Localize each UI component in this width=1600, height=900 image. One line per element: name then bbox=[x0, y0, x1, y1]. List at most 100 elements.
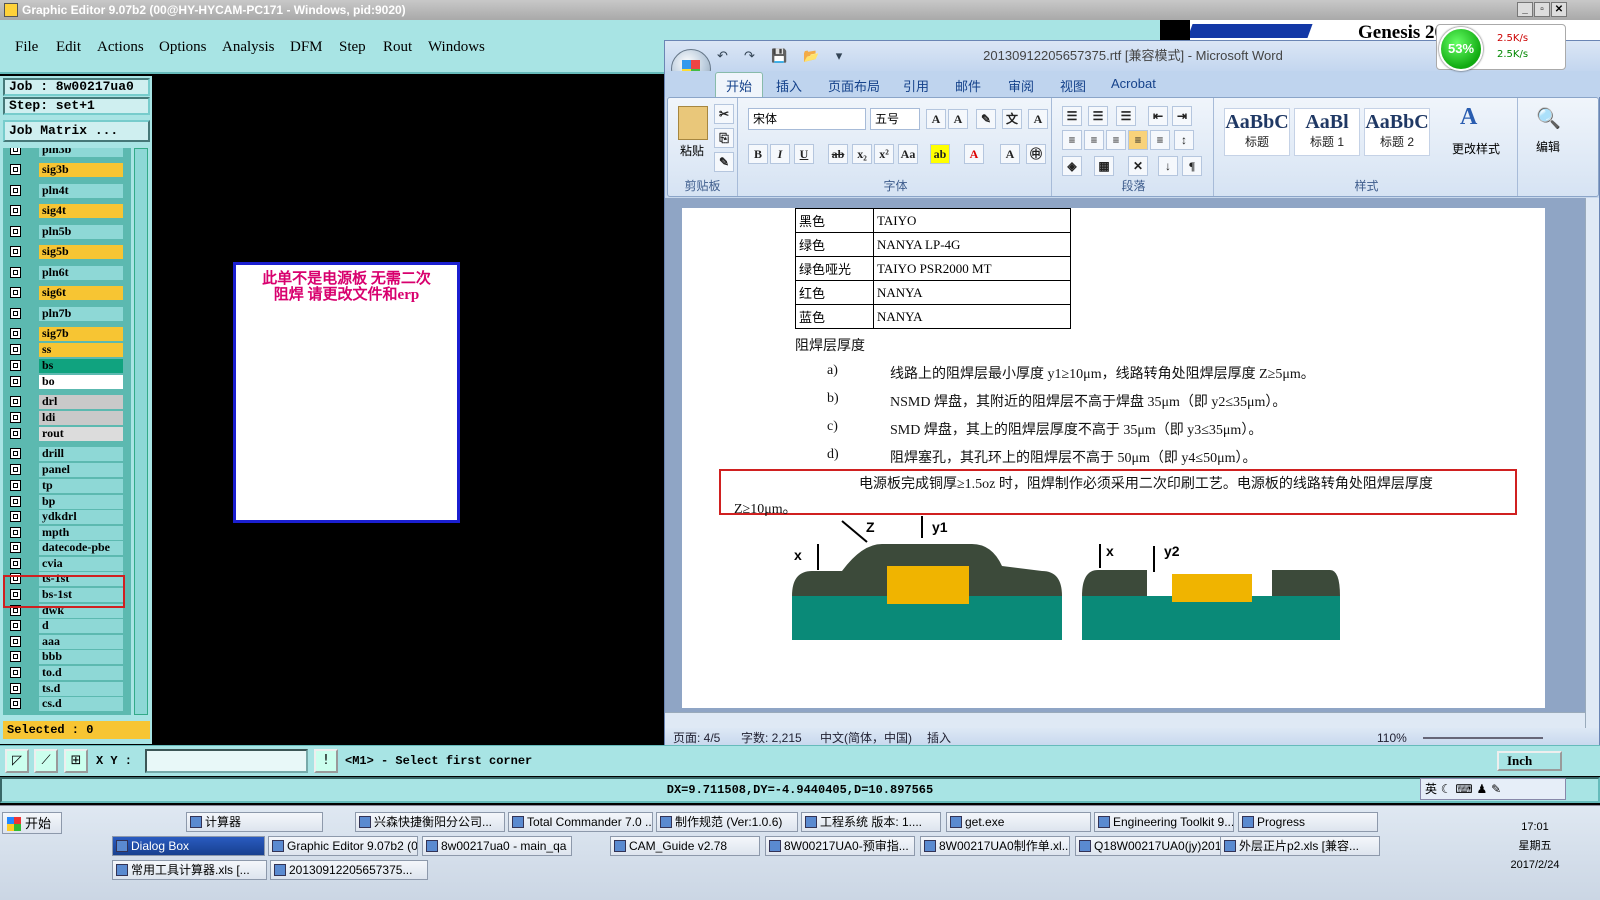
zoom-area-icon[interactable]: ◸ bbox=[5, 749, 29, 773]
layer-row-bo[interactable]: bo bbox=[3, 374, 131, 390]
layer-row-bbb[interactable]: bbb bbox=[3, 649, 131, 665]
paste-label[interactable]: 粘贴 bbox=[680, 142, 704, 159]
layer-row-sig4t[interactable]: sig4t bbox=[3, 203, 131, 219]
style-heading-2[interactable]: AaBbC 标题 2 bbox=[1364, 108, 1430, 156]
layer-checkbox[interactable] bbox=[10, 667, 21, 678]
snap-grid-icon[interactable]: ⊞ bbox=[64, 749, 88, 773]
numbering-icon[interactable]: ☰ bbox=[1088, 106, 1108, 126]
menu-edit[interactable]: Edit bbox=[56, 39, 81, 56]
layer-checkbox[interactable] bbox=[10, 542, 21, 553]
layer-name[interactable]: datecode-pbe bbox=[39, 541, 123, 555]
multilevel-list-icon[interactable]: ☰ bbox=[1116, 106, 1136, 126]
tab-acrobat[interactable]: Acrobat bbox=[1111, 76, 1156, 91]
font-size-select[interactable]: 五号 bbox=[870, 108, 920, 130]
layer-checkbox[interactable] bbox=[10, 376, 21, 387]
underline-icon[interactable]: U bbox=[794, 144, 814, 164]
layer-list-scrollbar[interactable] bbox=[134, 148, 148, 715]
layer-name[interactable]: bs bbox=[39, 359, 123, 373]
layer-checkbox[interactable] bbox=[10, 267, 21, 278]
layer-row-pln3b[interactable]: pln3b bbox=[3, 148, 131, 158]
font-color-icon[interactable]: A bbox=[964, 144, 984, 164]
find-icon[interactable]: 🔍 bbox=[1536, 106, 1561, 130]
taskbar-button[interactable]: 8W00217UA0-预审指... bbox=[765, 836, 915, 856]
layer-name[interactable]: drl bbox=[39, 395, 123, 409]
sort-icon[interactable]: ↓ bbox=[1158, 156, 1178, 176]
layer-checkbox[interactable] bbox=[10, 246, 21, 257]
layer-row-sig3b[interactable]: sig3b bbox=[3, 162, 131, 178]
layer-name[interactable]: ydkdrl bbox=[39, 510, 123, 524]
copy-icon[interactable]: ⎘ bbox=[714, 128, 734, 148]
layer-row-panel[interactable]: panel bbox=[3, 462, 131, 478]
layer-name[interactable]: sig6t bbox=[39, 286, 123, 300]
layer-name[interactable]: ldi bbox=[39, 411, 123, 425]
taskbar-button[interactable]: Dialog Box bbox=[112, 836, 265, 856]
menu-step[interactable]: Step bbox=[339, 39, 366, 56]
char-shading-icon[interactable]: A bbox=[1000, 144, 1020, 164]
layer-row-bs[interactable]: bs bbox=[3, 358, 131, 374]
distributed-icon[interactable]: ≡ bbox=[1150, 130, 1170, 150]
layer-row-pln7b[interactable]: pln7b bbox=[3, 306, 131, 322]
layer-row-pln6t[interactable]: pln6t bbox=[3, 265, 131, 281]
layer-checkbox[interactable] bbox=[10, 480, 21, 491]
paste-icon[interactable] bbox=[678, 106, 708, 140]
layer-row-to.d[interactable]: to.d bbox=[3, 665, 131, 681]
edit-label[interactable]: 编辑 bbox=[1536, 138, 1560, 155]
layer-checkbox[interactable] bbox=[10, 511, 21, 522]
taskbar-button[interactable]: Engineering Toolkit 9.... bbox=[1094, 812, 1234, 832]
layer-name[interactable]: sig7b bbox=[39, 327, 123, 341]
layer-checkbox[interactable] bbox=[10, 396, 21, 407]
document-page[interactable]: 黑色 TAIYO 绿色 NANYA LP-4G 绿色哑光 TAIYO PSR2000 MT… bbox=[682, 208, 1545, 708]
layer-checkbox[interactable] bbox=[10, 148, 21, 155]
layer-checkbox[interactable] bbox=[10, 636, 21, 647]
info-icon[interactable]: ! bbox=[314, 749, 338, 773]
layer-row-datecode-pbe[interactable]: datecode-pbe bbox=[3, 540, 131, 556]
layer-name[interactable]: tp bbox=[39, 479, 123, 493]
tab-review[interactable]: 审阅 bbox=[1008, 76, 1034, 95]
layer-checkbox[interactable] bbox=[10, 360, 21, 371]
layer-row-pln5b[interactable]: pln5b bbox=[3, 224, 131, 240]
layer-checkbox[interactable] bbox=[10, 698, 21, 709]
layer-checkbox[interactable] bbox=[10, 428, 21, 439]
layer-row-sig5b[interactable]: sig5b bbox=[3, 244, 131, 260]
phonetic-icon[interactable]: 文 bbox=[1002, 109, 1022, 129]
taskbar-button[interactable]: Total Commander 7.0 ... bbox=[508, 812, 653, 832]
layer-row-ss[interactable]: ss bbox=[3, 342, 131, 358]
increase-indent-icon[interactable]: ⇥ bbox=[1172, 106, 1192, 126]
quick-access-toolbar[interactable]: ↶ ↷ 💾 📂 ▾ bbox=[717, 49, 848, 64]
layer-name[interactable]: ts.d bbox=[39, 682, 123, 696]
char-border-icon[interactable]: A bbox=[1028, 109, 1048, 129]
layer-name[interactable]: pln6t bbox=[39, 266, 123, 280]
shading-icon[interactable]: ◈ bbox=[1062, 156, 1082, 176]
layer-name[interactable]: bo bbox=[39, 375, 123, 389]
layer-row-drill[interactable]: drill bbox=[3, 446, 131, 462]
menu-analysis[interactable]: Analysis bbox=[222, 39, 275, 56]
minimize-button[interactable]: _ bbox=[1517, 2, 1533, 17]
tab-home[interactable]: 开始 bbox=[715, 72, 764, 98]
taskbar-button[interactable]: Q18W00217UA0(jy)201... bbox=[1075, 836, 1225, 856]
clear-format-icon[interactable]: ✎ bbox=[976, 109, 996, 129]
layer-row-mpth[interactable]: mpth bbox=[3, 525, 131, 541]
italic-icon[interactable]: I bbox=[770, 144, 790, 164]
justify-icon[interactable]: ≡ bbox=[1128, 130, 1148, 150]
menu-rout[interactable]: Rout bbox=[383, 39, 412, 56]
font-name-select[interactable]: 宋体 bbox=[748, 108, 866, 130]
layer-row-tp[interactable]: tp bbox=[3, 478, 131, 494]
layer-name[interactable]: pln3b bbox=[39, 148, 123, 157]
layer-name[interactable]: aaa bbox=[39, 635, 123, 649]
change-case-icon[interactable]: Aa bbox=[898, 144, 918, 164]
layer-name[interactable]: pln7b bbox=[39, 307, 123, 321]
taskbar-button[interactable]: Graphic Editor 9.07b2 (0... bbox=[268, 836, 418, 856]
taskbar-button[interactable]: 兴森快捷衡阳分公司... bbox=[355, 812, 505, 832]
layer-row-rout[interactable]: rout bbox=[3, 426, 131, 442]
layer-name[interactable]: sig5b bbox=[39, 245, 123, 259]
format-painter-icon[interactable]: ✎ bbox=[714, 152, 734, 172]
document-vscrollbar[interactable] bbox=[1585, 198, 1599, 728]
borders-icon[interactable]: ▦ bbox=[1094, 156, 1114, 176]
layer-checkbox[interactable] bbox=[10, 448, 21, 459]
subscript-icon[interactable]: x₂ bbox=[852, 144, 872, 164]
layer-row-ts.d[interactable]: ts.d bbox=[3, 681, 131, 697]
layer-name[interactable]: drill bbox=[39, 447, 123, 461]
layer-row-cvia[interactable]: cvia bbox=[3, 556, 131, 572]
layer-checkbox[interactable] bbox=[10, 558, 21, 569]
menu-actions[interactable]: Actions bbox=[97, 39, 144, 56]
